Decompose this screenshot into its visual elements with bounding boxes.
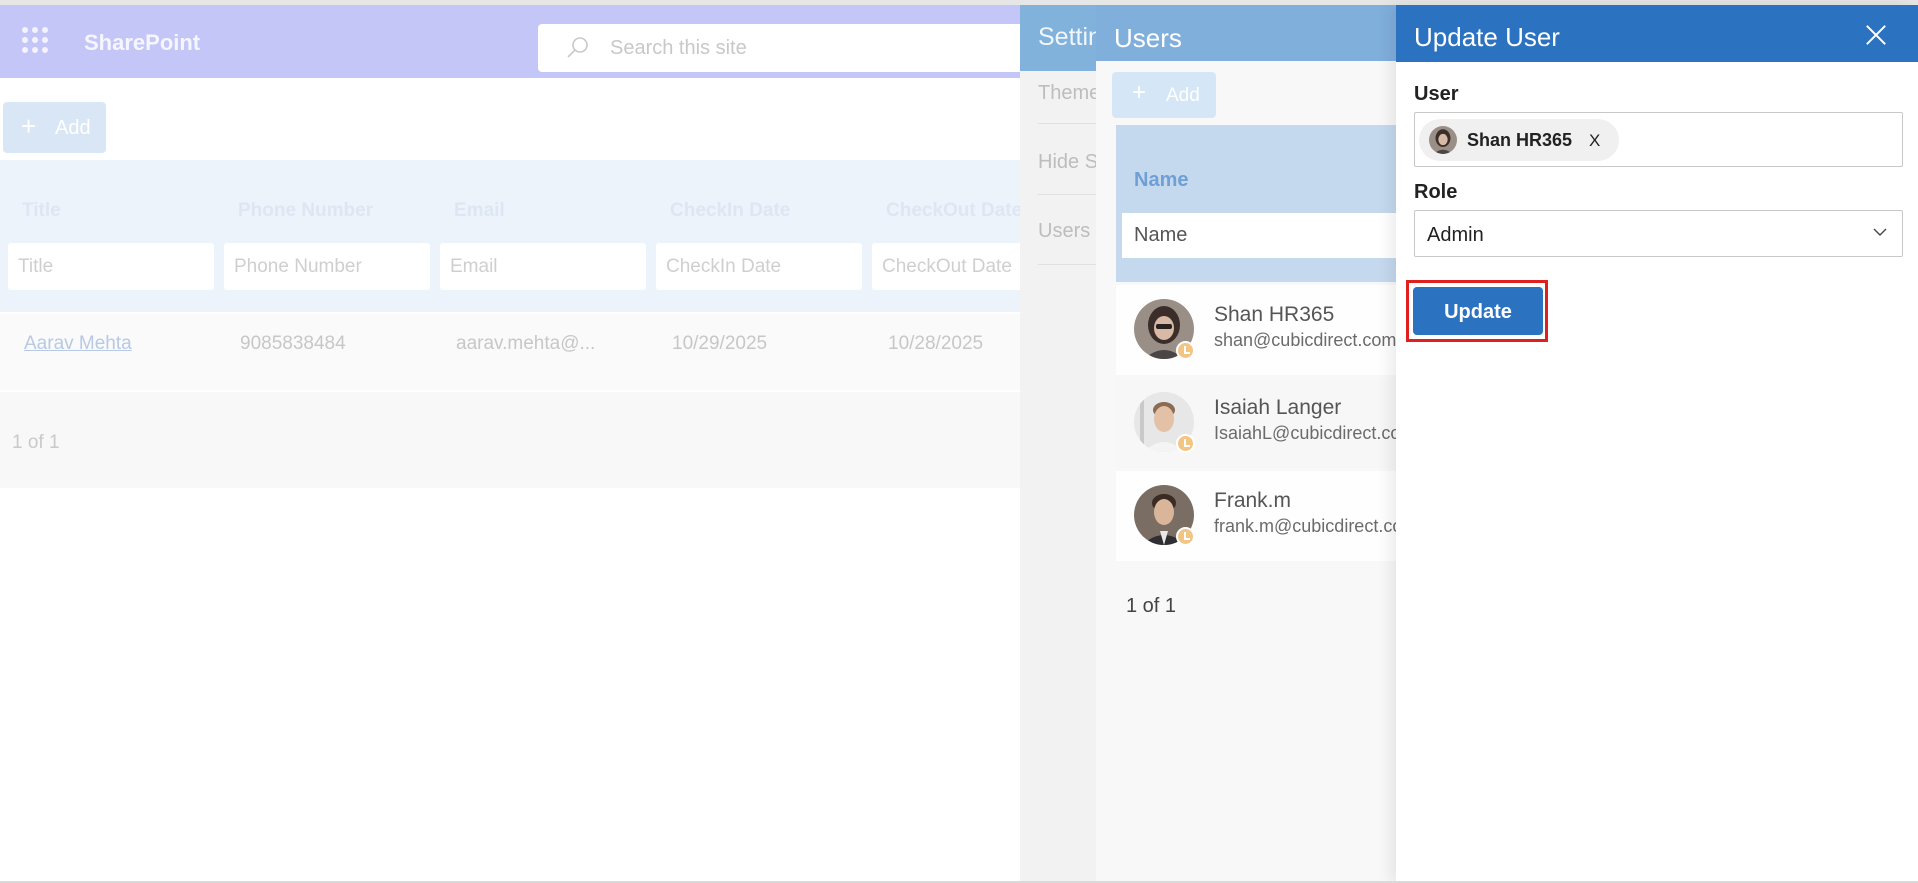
- update-button-label: Update: [1444, 301, 1512, 323]
- presence-away-icon: [1176, 341, 1195, 360]
- update-button[interactable]: Update: [1413, 287, 1543, 335]
- screen: SharePoint Search this site + Add Title …: [0, 0, 1918, 883]
- divider: [1038, 264, 1096, 265]
- filter-name[interactable]: Name: [1122, 213, 1396, 258]
- add-item-button[interactable]: + Add: [3, 102, 106, 153]
- divider: [1038, 123, 1096, 124]
- cell-title-link[interactable]: Aarav Mehta: [24, 333, 132, 355]
- role-field-label: Role: [1414, 181, 1458, 203]
- user-row[interactable]: Isaiah Langer IsaiahL@cubicdirect.com: [1116, 378, 1396, 468]
- presence-away-icon: [1176, 434, 1195, 453]
- user-name: Frank.m: [1214, 489, 1292, 512]
- users-table-header: Name Name: [1116, 125, 1396, 282]
- filter-checkin[interactable]: CheckIn Date: [656, 243, 862, 290]
- remove-user-button[interactable]: X: [1589, 131, 1600, 151]
- settings-header: Settings: [1020, 5, 1096, 71]
- app-name[interactable]: SharePoint: [84, 30, 200, 56]
- divider: [1038, 194, 1096, 195]
- cell-email: aarav.mehta@...: [456, 333, 596, 354]
- user-row[interactable]: Frank.m frank.m@cubicdirect.com: [1116, 471, 1396, 561]
- list-footer: [0, 392, 1020, 488]
- app-launcher-icon[interactable]: [22, 27, 48, 53]
- user-email: frank.m@cubicdirect.com: [1214, 516, 1396, 536]
- search-placeholder: Search this site: [610, 37, 747, 59]
- add-item-label: Add: [55, 117, 91, 139]
- users-title: Users: [1114, 23, 1182, 53]
- user-email: IsaiahL@cubicdirect.com: [1214, 423, 1396, 443]
- column-header-phone[interactable]: Phone Number: [238, 200, 373, 222]
- add-user-label: Add: [1166, 85, 1200, 106]
- settings-item-users[interactable]: Users: [1038, 220, 1090, 243]
- user-name: Shan HR365: [1214, 303, 1335, 326]
- chevron-down-icon: [1873, 228, 1887, 236]
- column-header-title[interactable]: Title: [22, 200, 61, 222]
- search-icon: [567, 37, 588, 58]
- update-user-title: Update User: [1414, 22, 1560, 52]
- cell-checkin: 10/29/2025: [672, 333, 768, 354]
- user-picker[interactable]: Shan HR365 X: [1414, 112, 1903, 167]
- cell-checkout: 10/28/2025: [888, 333, 984, 354]
- filter-phone-placeholder: Phone Number: [234, 256, 362, 277]
- role-dropdown[interactable]: Admin: [1414, 210, 1903, 257]
- settings-title: Settings: [1038, 23, 1096, 51]
- settings-panel: Settings Theme Hide S Users: [1020, 5, 1100, 883]
- filter-email[interactable]: Email: [440, 243, 646, 290]
- filter-email-placeholder: Email: [450, 256, 498, 277]
- filter-name-placeholder: Name: [1134, 224, 1188, 246]
- filter-checkout-placeholder: CheckOut Date: [882, 256, 1012, 277]
- column-header-email[interactable]: Email: [454, 200, 505, 222]
- selected-user-chip: Shan HR365 X: [1419, 119, 1619, 161]
- update-user-header: Update User: [1396, 5, 1918, 62]
- site-search[interactable]: Search this site: [538, 24, 1058, 72]
- user-email: shan@cubicdirect.com: [1214, 330, 1396, 350]
- plus-icon: +: [21, 111, 37, 141]
- filter-title-placeholder: Title: [18, 256, 54, 277]
- column-header-checkout[interactable]: CheckOut Date: [886, 200, 1022, 222]
- settings-item-hide[interactable]: Hide S: [1038, 151, 1098, 174]
- column-header-name[interactable]: Name: [1134, 169, 1188, 192]
- list-pager: 1 of 1: [12, 432, 60, 453]
- filter-phone[interactable]: Phone Number: [224, 243, 430, 290]
- cell-phone: 9085838484: [240, 333, 346, 354]
- user-name: Isaiah Langer: [1214, 396, 1342, 419]
- user-row[interactable]: Shan HR365 shan@cubicdirect.com: [1116, 285, 1396, 375]
- filter-title[interactable]: Title: [8, 243, 214, 290]
- filter-checkin-placeholder: CheckIn Date: [666, 256, 782, 277]
- avatar: [1429, 126, 1457, 154]
- presence-away-icon: [1176, 527, 1195, 546]
- user-field-label: User: [1414, 83, 1459, 105]
- column-header-checkin[interactable]: CheckIn Date: [670, 200, 790, 222]
- close-icon[interactable]: [1862, 21, 1890, 49]
- users-pager: 1 of 1: [1126, 595, 1177, 617]
- role-value: Admin: [1427, 224, 1484, 246]
- add-user-button[interactable]: + Add: [1112, 72, 1216, 118]
- update-user-panel: Update User User Shan HR365 X Role Admin…: [1396, 5, 1918, 883]
- users-header: Users: [1096, 5, 1396, 61]
- users-panel: Users + Add Name Name Shan HR365 shan@cu…: [1096, 5, 1396, 883]
- selected-user-name: Shan HR365: [1467, 130, 1573, 150]
- settings-item-theme[interactable]: Theme: [1038, 82, 1100, 105]
- plus-icon: +: [1132, 79, 1147, 106]
